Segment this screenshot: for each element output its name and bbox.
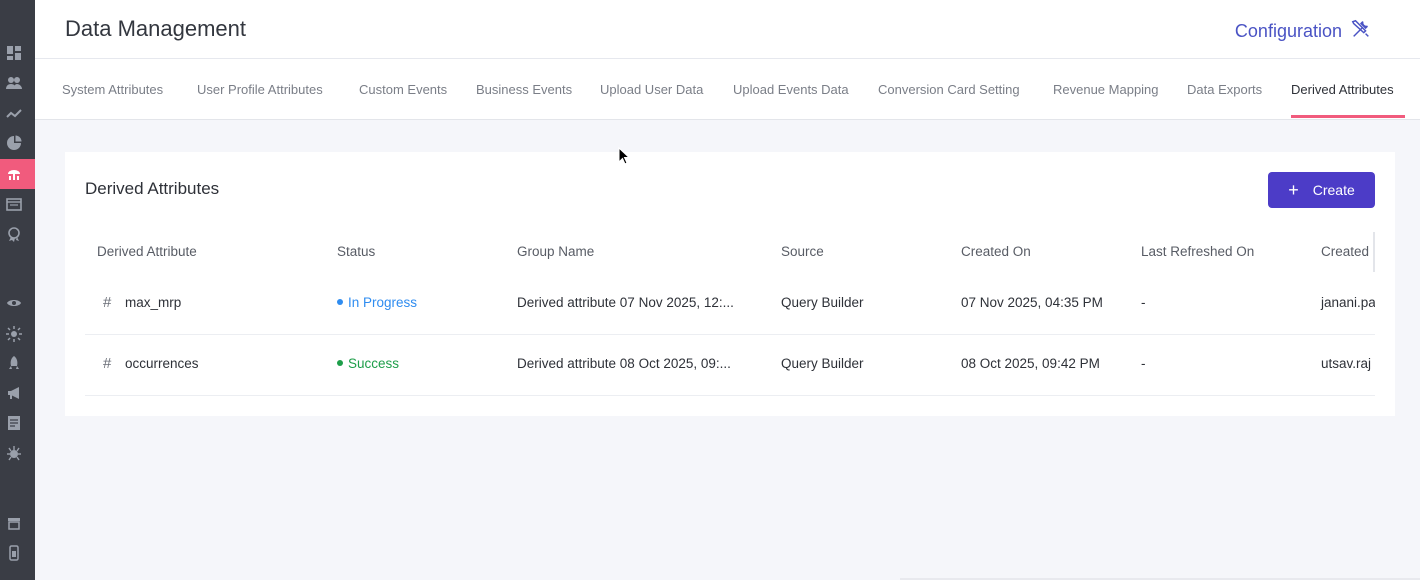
tab-user-profile-attributes[interactable]: User Profile Attributes	[197, 82, 323, 97]
status-badge: In Progress	[337, 295, 417, 310]
folder-icon[interactable]	[6, 196, 22, 212]
tab-conversion-card-setting[interactable]: Conversion Card Setting	[878, 82, 1020, 97]
table-scroll-edge	[1373, 232, 1375, 272]
last-refreshed-on: -	[1141, 295, 1146, 310]
table-row[interactable]: # max_mrp In Progress Derived attribute …	[85, 274, 1375, 335]
tab-revenue-mapping[interactable]: Revenue Mapping	[1053, 82, 1159, 97]
tab-derived-attributes[interactable]: Derived Attributes	[1291, 82, 1394, 97]
create-button-label: Create	[1312, 182, 1355, 198]
created-on: 08 Oct 2025, 09:42 PM	[961, 356, 1100, 371]
tab-data-exports[interactable]: Data Exports	[1187, 82, 1262, 97]
configuration-label: Configuration	[1234, 21, 1342, 41]
attribute-name[interactable]: max_mrp	[125, 295, 181, 310]
group-name: Derived attribute 08 Oct 2025, 09:...	[517, 356, 731, 371]
rocket-icon[interactable]	[6, 355, 22, 371]
source: Query Builder	[781, 295, 864, 310]
page-title: Data Management	[65, 16, 246, 41]
plus-icon: +	[1288, 180, 1299, 200]
column-header-group-name[interactable]: Group Name	[517, 244, 594, 259]
badge-icon[interactable]	[6, 226, 22, 242]
configuration-link[interactable]: Configuration	[1235, 18, 1372, 45]
pie-chart-icon[interactable]	[6, 135, 22, 151]
sparkle-icon[interactable]	[6, 326, 22, 342]
mobile-device-icon[interactable]	[6, 545, 22, 561]
status-dot-icon	[337, 360, 343, 367]
analytics-trend-icon[interactable]	[6, 106, 22, 122]
card-title: Derived Attributes	[85, 179, 220, 198]
report-icon[interactable]	[6, 415, 22, 431]
status-dot-icon	[337, 299, 343, 306]
last-refreshed-on: -	[1141, 356, 1146, 371]
tab-business-events[interactable]: Business Events	[476, 82, 572, 97]
column-header-derived-attribute[interactable]: Derived Attribute	[97, 244, 197, 259]
status-text: In Progress	[348, 295, 418, 310]
attribute-name[interactable]: occurrences	[125, 356, 199, 371]
active-tab-underline	[1291, 115, 1405, 118]
left-nav-rail	[0, 0, 35, 580]
column-header-created-by[interactable]: Created	[1321, 244, 1369, 259]
eye-icon[interactable]	[6, 295, 22, 311]
tab-system-attributes[interactable]: System Attributes	[62, 82, 163, 97]
status-text: Success	[348, 356, 400, 371]
tab-upload-user-data[interactable]: Upload User Data	[600, 82, 703, 97]
tab-bar: System Attributes User Profile Attribute…	[35, 59, 1420, 120]
mouse-cursor-icon	[618, 146, 631, 165]
store-icon[interactable]	[6, 515, 22, 531]
source: Query Builder	[781, 356, 864, 371]
column-header-status[interactable]: Status	[337, 244, 375, 259]
derived-attributes-table: Derived Attribute Status Group Name Sour…	[85, 232, 1375, 416]
page-header: Data Management Configuration	[35, 0, 1420, 59]
dashboard-icon[interactable]	[6, 45, 22, 61]
group-name: Derived attribute 07 Nov 2025, 12:...	[517, 295, 734, 310]
hash-icon: #	[103, 355, 112, 372]
tab-custom-events[interactable]: Custom Events	[359, 82, 447, 97]
create-button[interactable]: + Create	[1268, 172, 1375, 208]
data-management-icon[interactable]	[6, 166, 22, 182]
tools-icon	[1350, 18, 1372, 45]
column-header-source[interactable]: Source	[781, 244, 824, 259]
column-header-last-refreshed-on[interactable]: Last Refreshed On	[1141, 244, 1254, 259]
tab-upload-events-data[interactable]: Upload Events Data	[733, 82, 849, 97]
table-row[interactable]: # occurrences Success Derived attribute …	[85, 335, 1375, 396]
hash-icon: #	[103, 294, 112, 311]
status-badge: Success	[337, 356, 399, 371]
users-icon[interactable]	[6, 75, 22, 91]
megaphone-icon[interactable]	[6, 385, 22, 401]
derived-attributes-card: Derived Attributes + Create Derived Attr…	[65, 152, 1395, 416]
created-on: 07 Nov 2025, 04:35 PM	[961, 295, 1103, 310]
settings-bug-icon[interactable]	[6, 445, 22, 461]
created-by: utsav.raj	[1321, 356, 1372, 371]
created-by: janani.pa	[1321, 295, 1375, 310]
column-header-created-on[interactable]: Created On	[961, 244, 1031, 259]
